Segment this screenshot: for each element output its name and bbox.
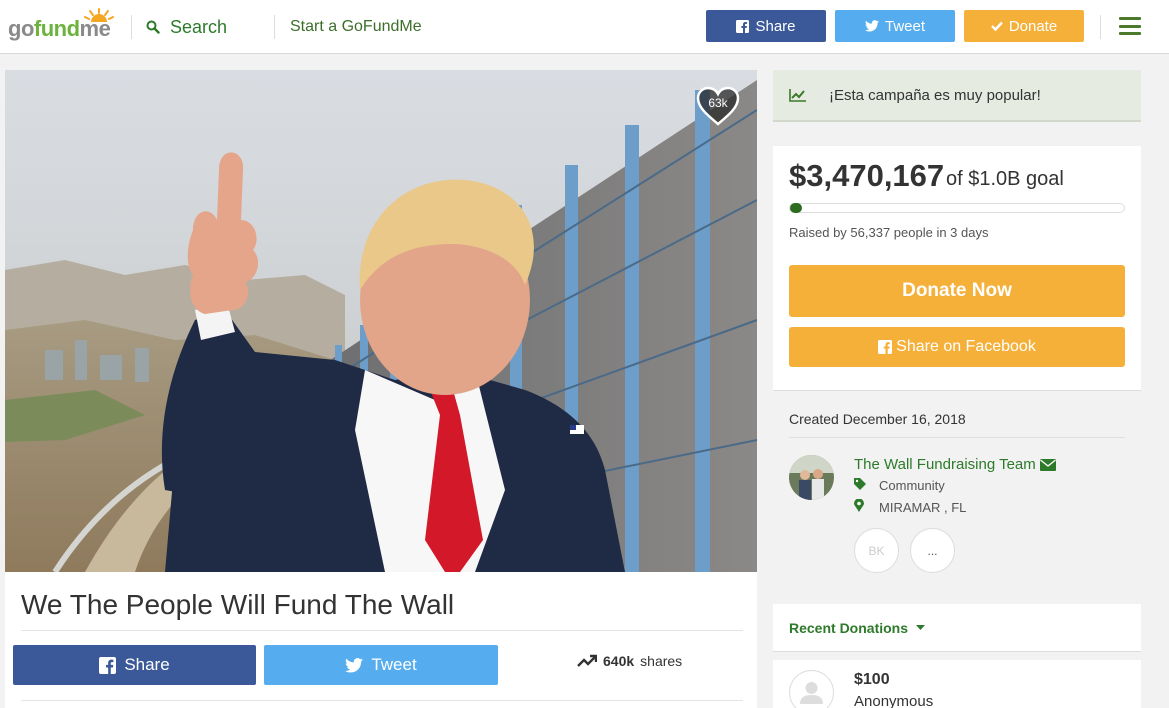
start-gofundme-link[interactable]: Start a GoFundMe bbox=[290, 18, 422, 36]
divider bbox=[21, 700, 743, 701]
campaign-hero-image bbox=[5, 70, 757, 572]
share-count-value: 640k bbox=[603, 653, 635, 669]
header-donate-button[interactable]: Donate bbox=[964, 10, 1084, 42]
header-share-label: Share bbox=[755, 17, 796, 35]
progress-bar-fill bbox=[790, 203, 802, 213]
header-divider bbox=[274, 15, 275, 39]
organizer-name-label: The Wall Fundraising Team bbox=[854, 456, 1036, 473]
facebook-share-button[interactable]: Share bbox=[13, 645, 256, 685]
tag-icon bbox=[854, 478, 866, 490]
organizer-name[interactable]: The Wall Fundraising Team bbox=[854, 456, 1056, 473]
user-icon bbox=[800, 682, 823, 704]
trending-up-icon bbox=[577, 654, 597, 667]
share-on-facebook-label: Share on Facebook bbox=[896, 338, 1036, 355]
facebook-share-label: Share bbox=[124, 655, 170, 674]
category-label: Community bbox=[879, 478, 945, 493]
recent-donations-label: Recent Donations bbox=[789, 620, 909, 636]
header-divider bbox=[131, 15, 132, 39]
header-divider bbox=[1100, 15, 1101, 39]
hamburger-menu-icon[interactable] bbox=[1119, 17, 1141, 35]
beneficiary-initials-avatar[interactable]: BK bbox=[854, 528, 899, 573]
facebook-icon bbox=[736, 19, 750, 33]
created-date: Created December 16, 2018 bbox=[789, 411, 966, 427]
campaign-title: We The People Will Fund The Wall bbox=[21, 589, 455, 620]
header-donate-label: Donate bbox=[1008, 17, 1058, 35]
tweet-label: Tweet bbox=[371, 655, 417, 674]
twitter-icon bbox=[864, 20, 879, 32]
search-icon bbox=[146, 20, 160, 34]
donor-avatar bbox=[789, 670, 834, 708]
caret-down-icon bbox=[916, 625, 926, 630]
campaign-category: Community bbox=[854, 478, 945, 493]
favorite-count: 63k bbox=[708, 96, 728, 110]
recent-donations-header[interactable]: Recent Donations bbox=[773, 604, 1141, 652]
campaign-location: MIRAMAR , FL bbox=[854, 498, 967, 515]
tweet-button[interactable]: Tweet bbox=[264, 645, 498, 685]
raised-by-text: Raised by 56,337 people in 3 days bbox=[789, 225, 989, 240]
donation-amount: $100 bbox=[854, 671, 890, 688]
search-button[interactable]: Search bbox=[146, 16, 227, 38]
amount-raised: $3,470,167 bbox=[789, 158, 945, 193]
gofundme-logo[interactable]: gofundme bbox=[8, 8, 118, 42]
popular-campaign-text: ¡Esta campaña es muy popular! bbox=[829, 87, 1041, 104]
donor-name: Anonymous bbox=[854, 693, 934, 708]
donation-item: $100 Anonymous bbox=[773, 660, 1141, 708]
progress-bar bbox=[789, 203, 1125, 213]
top-header: gofundme Search Start a GoFundMe Share T… bbox=[0, 0, 1169, 54]
search-label: Search bbox=[170, 16, 228, 37]
share-on-facebook-button[interactable]: Share on Facebook bbox=[789, 327, 1125, 367]
sun-icon bbox=[84, 8, 114, 22]
goal-text: of $1.0B goal bbox=[946, 168, 1064, 190]
share-count-label: shares bbox=[640, 653, 683, 669]
header-share-button[interactable]: Share bbox=[706, 10, 826, 42]
divider bbox=[789, 437, 1125, 438]
header-tweet-button[interactable]: Tweet bbox=[835, 10, 955, 42]
location-pin-icon bbox=[854, 498, 864, 512]
location-label: MIRAMAR , FL bbox=[879, 499, 967, 515]
twitter-icon bbox=[345, 657, 364, 673]
facebook-icon bbox=[99, 656, 117, 674]
hero-photo-illustration bbox=[5, 70, 757, 572]
divider bbox=[21, 630, 743, 631]
facebook-icon bbox=[878, 340, 893, 354]
header-tweet-label: Tweet bbox=[884, 17, 926, 35]
donate-now-button[interactable]: Donate Now bbox=[789, 265, 1125, 317]
trending-chart-icon bbox=[789, 89, 806, 102]
more-team-members-button[interactable]: ... bbox=[910, 528, 955, 573]
checkmark-icon bbox=[990, 21, 1003, 31]
organizer-avatar[interactable] bbox=[789, 455, 834, 500]
share-count: 640k shares bbox=[577, 651, 682, 671]
popular-campaign-banner: ¡Esta campaña es muy popular! bbox=[773, 70, 1141, 122]
envelope-icon[interactable] bbox=[1039, 458, 1056, 471]
